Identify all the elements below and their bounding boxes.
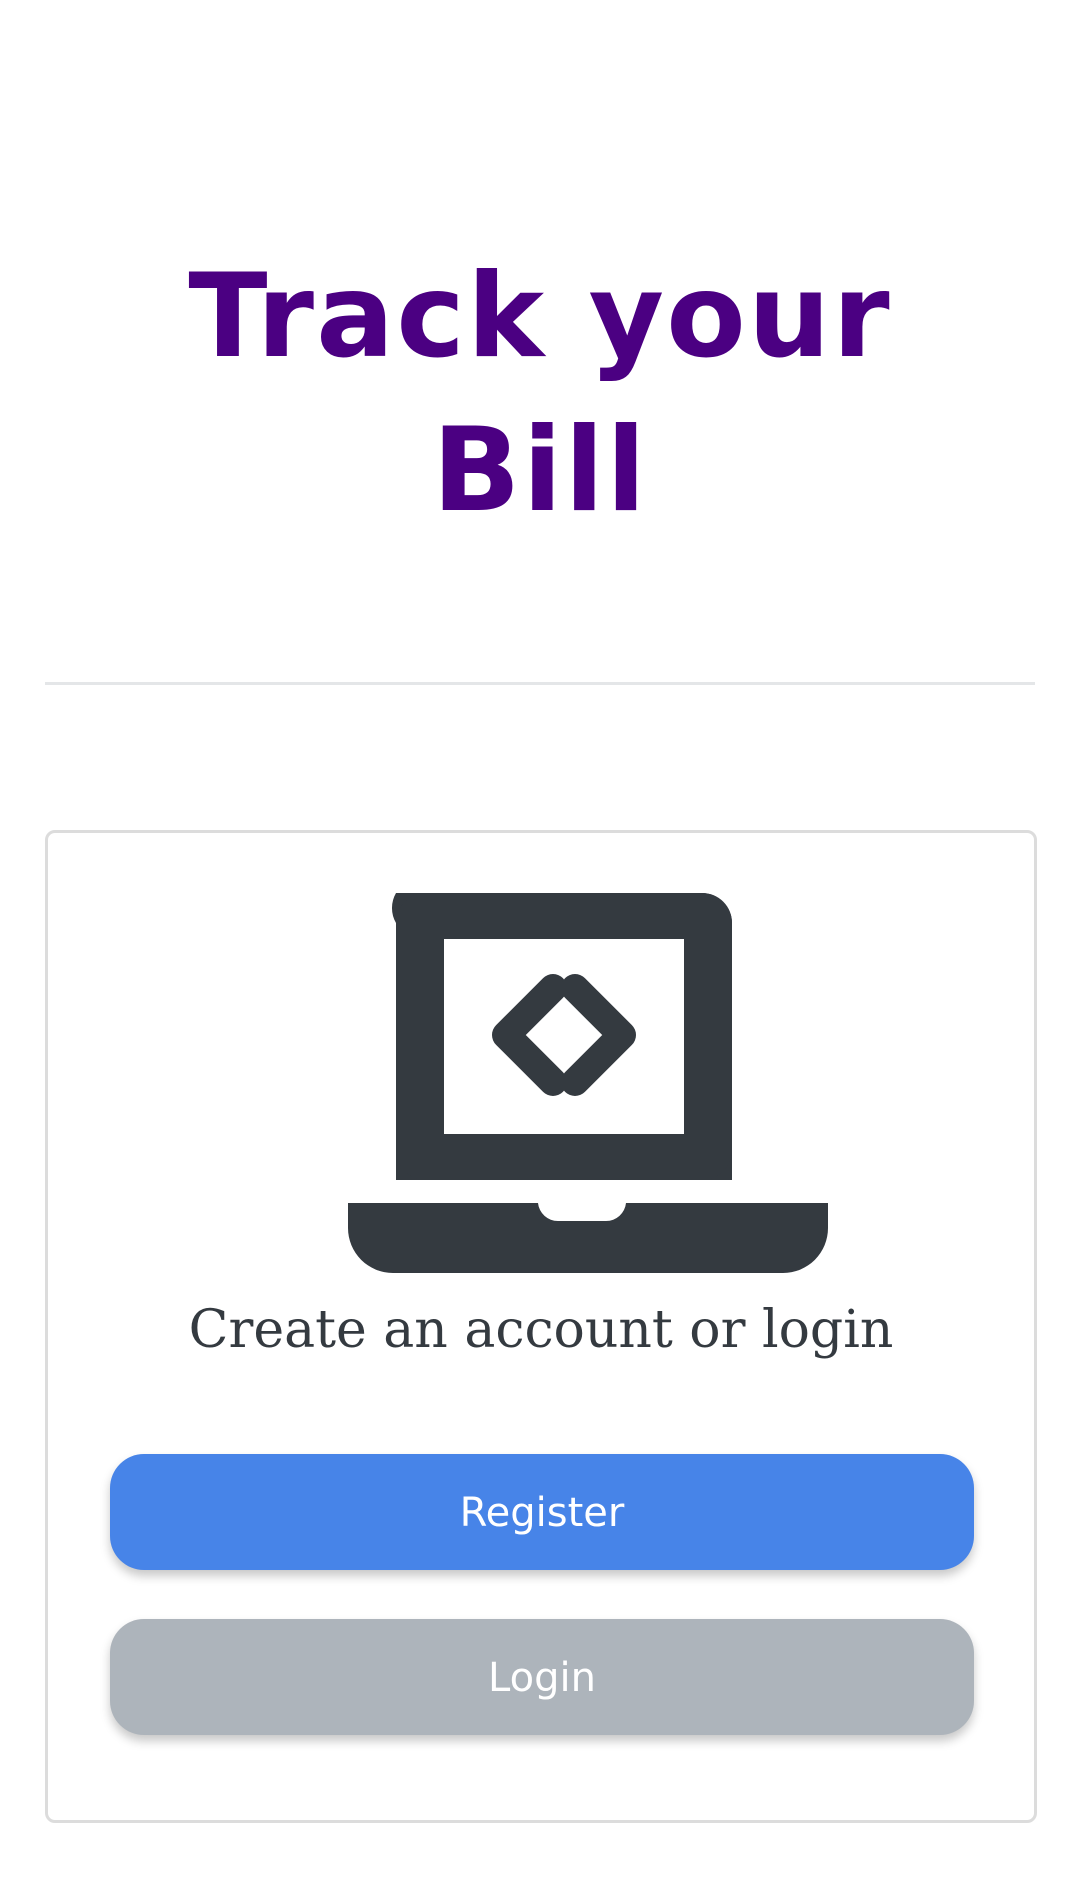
login-button[interactable]: Login (110, 1619, 974, 1735)
auth-card: Create an account or login Register Logi… (45, 830, 1037, 1823)
app-screen: { "header": { "title_line1": "Track your… (0, 0, 1080, 1883)
laptop-code-icon (348, 893, 828, 1273)
app-title-line-2: Bill (432, 403, 648, 538)
divider (45, 682, 1035, 685)
auth-prompt: Create an account or login (188, 1300, 894, 1360)
register-button[interactable]: Register (110, 1454, 974, 1570)
app-title-line-1: Track your (188, 249, 892, 384)
app-title: Track your Bill (0, 240, 1080, 548)
